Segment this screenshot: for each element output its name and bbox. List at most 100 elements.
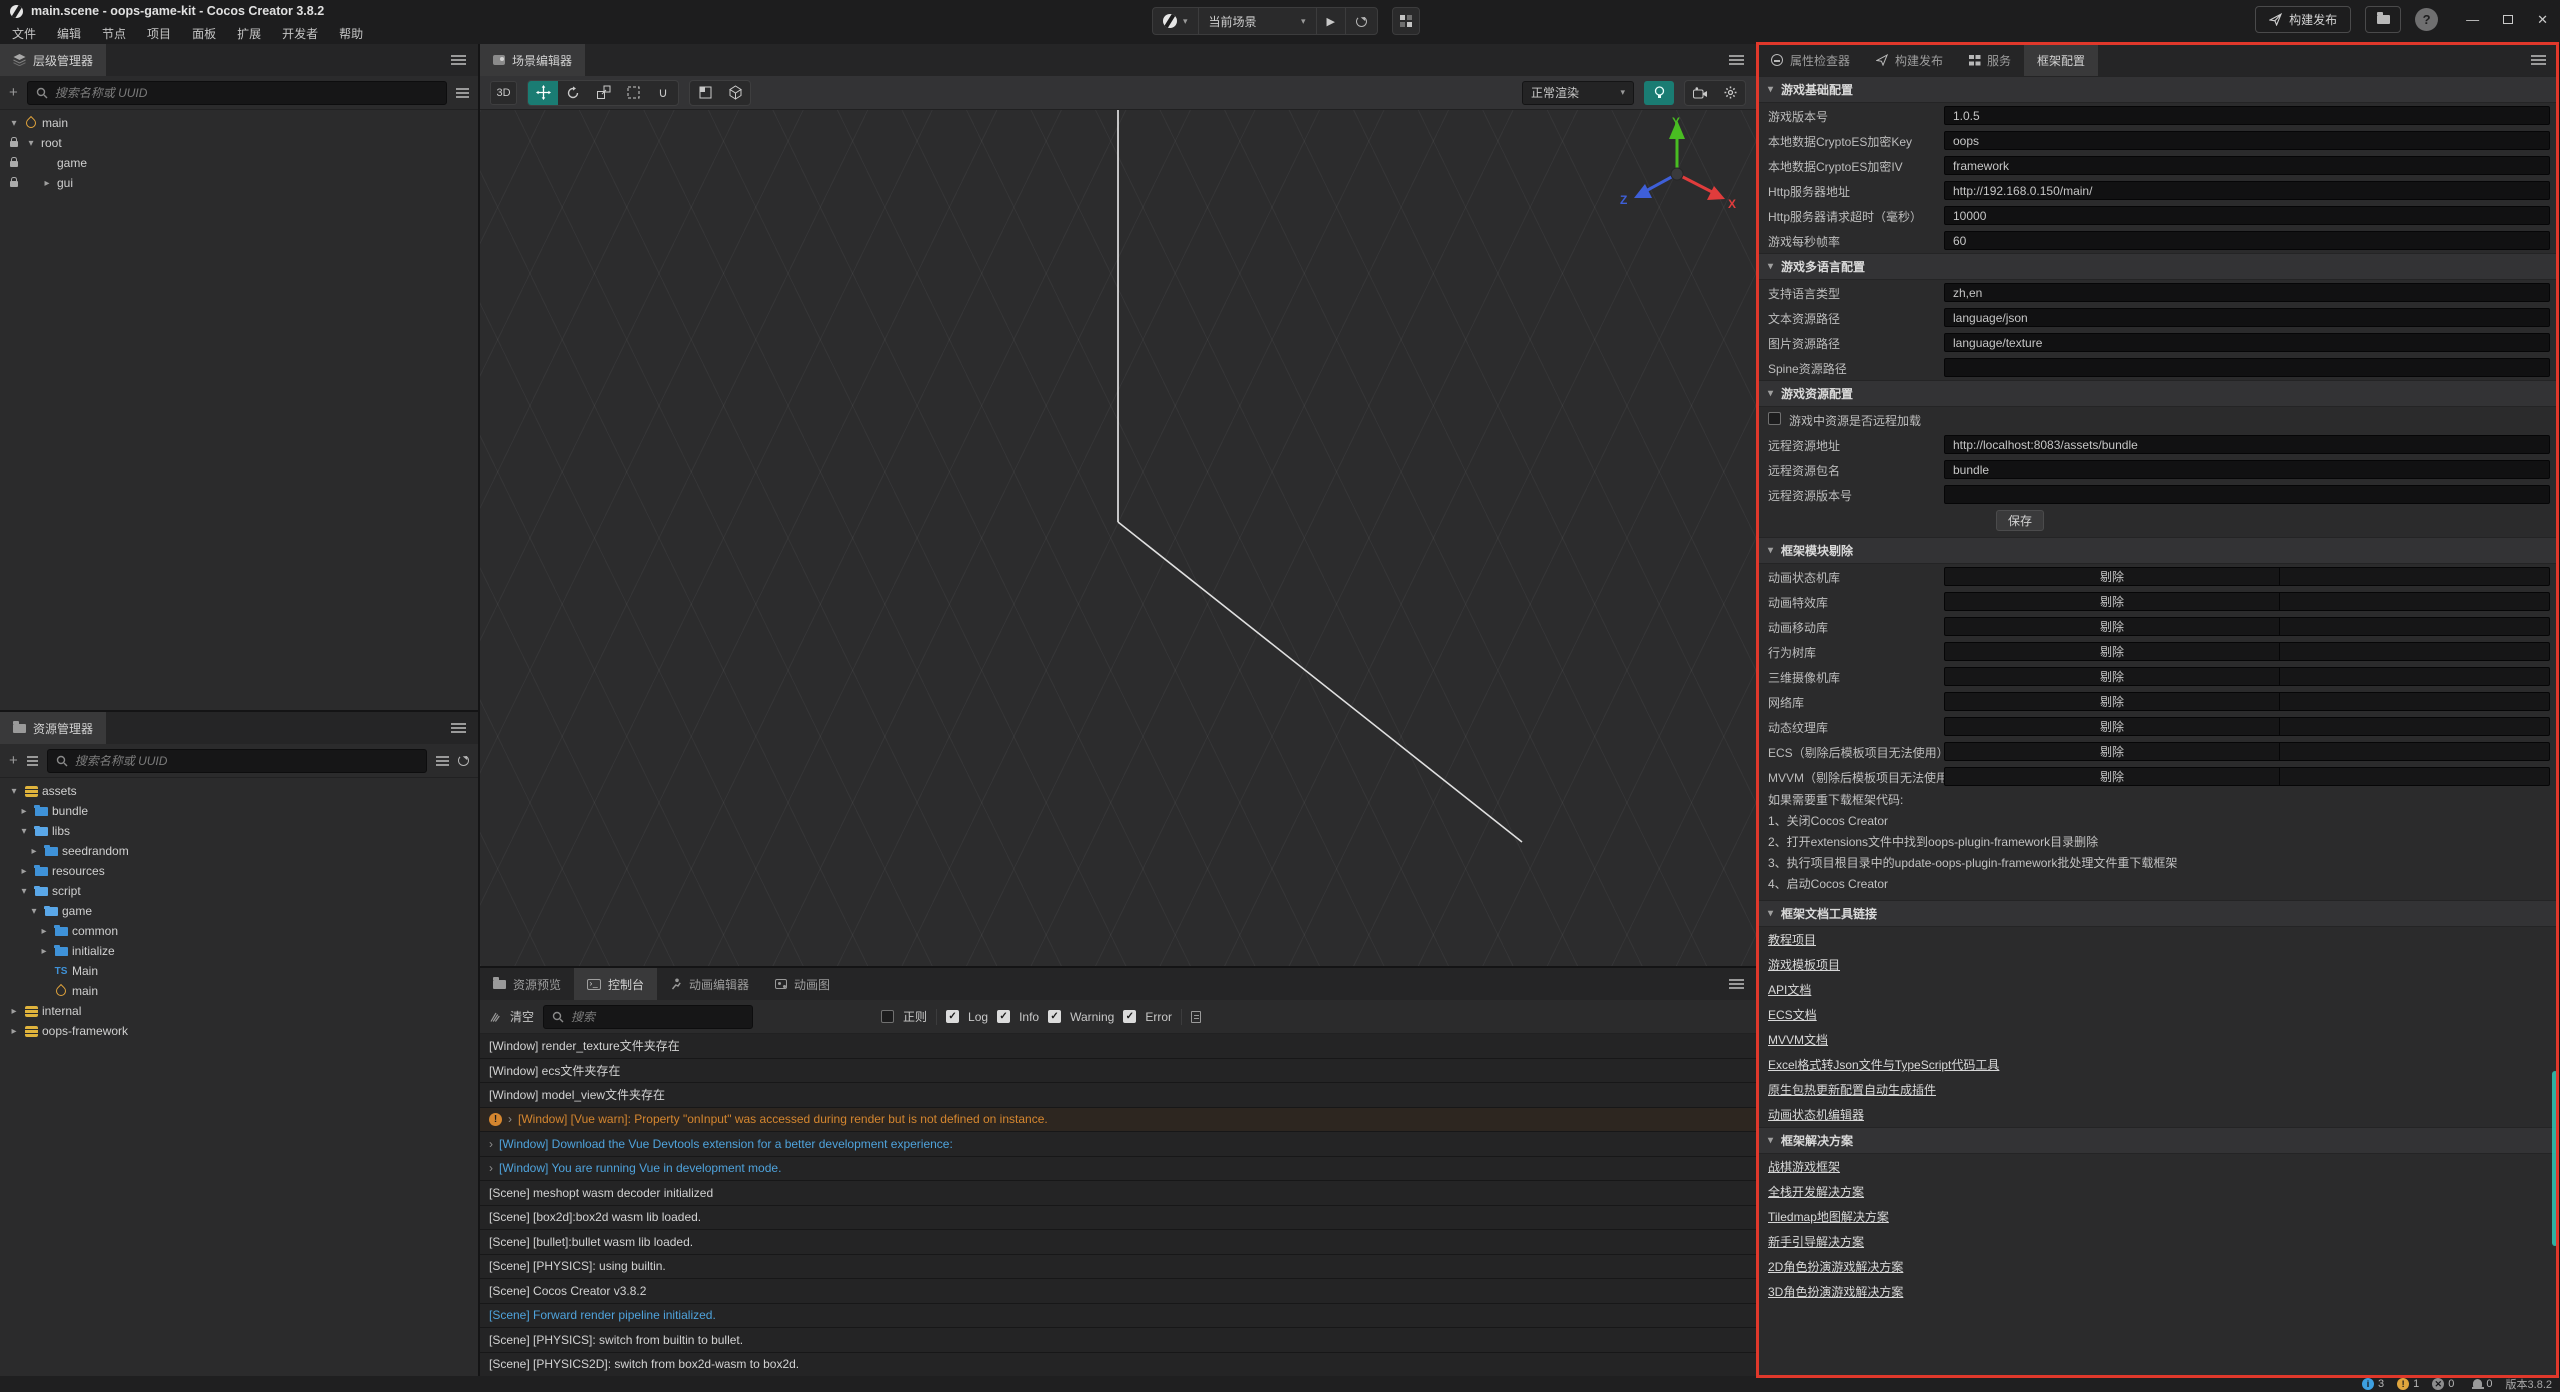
tab-assets[interactable]: 资源管理器 (0, 712, 106, 744)
move-tool-button[interactable] (528, 81, 558, 105)
sort-icon[interactable] (27, 756, 38, 758)
tab-animation-graph[interactable]: 动画图 (762, 968, 843, 1000)
asset-node-row[interactable]: Main (0, 961, 478, 981)
filter-warning-checkbox[interactable] (1048, 1010, 1061, 1023)
strip-module-button[interactable]: 剔除 (1944, 567, 2280, 586)
tree-arrow-icon[interactable] (18, 806, 30, 817)
config-input[interactable]: 10000 (1944, 206, 2550, 225)
collapse-arrow-icon[interactable] (1768, 545, 1773, 556)
doc-link[interactable]: 教程项目 (1768, 931, 1816, 948)
solution-link[interactable]: 3D角色扮演游戏解决方案 (1768, 1283, 1903, 1300)
tab-services[interactable]: 服务 (1956, 44, 2024, 76)
tree-arrow-icon[interactable] (18, 866, 30, 877)
strip-module-button[interactable]: 剔除 (1944, 717, 2280, 736)
collapse-arrow-icon[interactable] (1768, 908, 1773, 919)
strip-module-button[interactable]: 剔除 (1944, 667, 2280, 686)
config-input[interactable]: 1.0.5 (1944, 106, 2550, 125)
panel-menu-icon[interactable] (451, 55, 466, 57)
build-publish-button[interactable]: 构建发布 (2255, 6, 2351, 33)
doc-link[interactable]: ECS文档 (1768, 1006, 1817, 1023)
solution-link[interactable]: 全栈开发解决方案 (1768, 1183, 1864, 1200)
pivot-snap-button[interactable] (690, 81, 720, 105)
tree-arrow-icon[interactable] (41, 178, 53, 189)
mode-3d-button[interactable]: 3D (490, 81, 517, 105)
tab-animation-editor[interactable]: 动画编辑器 (657, 968, 762, 1000)
doc-link[interactable]: Excel格式转Json文件与TypeScript代码工具 (1768, 1056, 1999, 1073)
doc-link[interactable]: MVVM文档 (1768, 1031, 1828, 1048)
filter-info-checkbox[interactable] (997, 1010, 1010, 1023)
editor-device-select[interactable]: ▾ (1153, 8, 1199, 34)
config-input[interactable]: language/json (1944, 308, 2550, 327)
tree-arrow-icon[interactable] (8, 786, 20, 797)
config-input[interactable]: http://localhost:8083/assets/bundle (1944, 435, 2550, 454)
section-multilanguage-config[interactable]: 游戏多语言配置 (1758, 253, 2558, 280)
clear-console-button[interactable]: 清空 (510, 1008, 534, 1025)
restart-button[interactable] (1346, 8, 1377, 34)
asset-node-row[interactable]: libs (0, 821, 478, 841)
tab-console[interactable]: 控制台 (574, 968, 657, 1000)
menu-item[interactable]: 扩展 (234, 25, 264, 42)
filter-icon[interactable] (456, 88, 469, 90)
tree-arrow-icon[interactable] (28, 846, 40, 857)
solution-link[interactable]: 新手引导解决方案 (1768, 1233, 1864, 1250)
menu-item[interactable]: 帮助 (336, 25, 366, 42)
config-input[interactable]: bundle (1944, 460, 2550, 479)
config-input[interactable] (1944, 485, 2550, 504)
config-input[interactable]: 60 (1944, 231, 2550, 250)
assets-search[interactable] (47, 749, 427, 773)
asset-node-row[interactable]: common (0, 921, 478, 941)
collapse-arrow-icon[interactable] (1768, 261, 1773, 272)
menu-item[interactable]: 开发者 (279, 25, 321, 42)
menu-item[interactable]: 项目 (144, 25, 174, 42)
remote-load-checkbox[interactable] (1768, 412, 1781, 425)
create-asset-button[interactable]: + (9, 753, 18, 768)
console-search-input[interactable] (571, 1010, 744, 1024)
coordinate-space-button[interactable] (720, 81, 750, 105)
lock-icon[interactable] (10, 161, 18, 167)
menu-item[interactable]: 节点 (99, 25, 129, 42)
config-input[interactable]: zh,en (1944, 283, 2550, 302)
config-input[interactable]: oops (1944, 131, 2550, 150)
tab-scene-editor[interactable]: 场景编辑器 (480, 44, 585, 76)
strip-module-button[interactable]: 剔除 (1944, 617, 2280, 636)
filter-icon[interactable] (436, 756, 449, 758)
doc-link[interactable]: 动画状态机编辑器 (1768, 1106, 1864, 1123)
save-button[interactable]: 保存 (1996, 510, 2044, 531)
panel-menu-icon[interactable] (451, 723, 466, 725)
asset-node-row[interactable]: initialize (0, 941, 478, 961)
asset-node-row[interactable]: internal (0, 1001, 478, 1021)
asset-node-row[interactable]: script (0, 881, 478, 901)
status-notice-counter[interactable]: 0 (2473, 1378, 2492, 1390)
console-search[interactable] (543, 1005, 753, 1029)
section-game-resource-config[interactable]: 游戏资源配置 (1758, 380, 2558, 407)
section-game-base-config[interactable]: 游戏基础配置 (1758, 76, 2558, 103)
status-error-counter[interactable]: ✕ 0 (2432, 1378, 2454, 1390)
hierarchy-node-row[interactable]: main (0, 113, 478, 133)
tree-arrow-icon[interactable] (8, 118, 20, 129)
open-project-folder-button[interactable] (2365, 6, 2401, 33)
solution-link[interactable]: Tiledmap地图解决方案 (1768, 1208, 1889, 1225)
anchor-tool-button[interactable]: ∪ (648, 81, 678, 105)
tree-arrow-icon[interactable] (8, 1026, 20, 1037)
lock-icon[interactable] (10, 181, 18, 187)
collapse-arrow-icon[interactable] (1768, 1135, 1773, 1146)
tab-build-publish[interactable]: 构建发布 (1863, 44, 1956, 76)
tab-asset-preview[interactable]: 资源预览 (480, 968, 574, 1000)
close-button[interactable]: ✕ (2537, 12, 2548, 28)
help-button[interactable]: ? (2415, 8, 2438, 31)
rotate-tool-button[interactable] (558, 81, 588, 105)
strip-module-button[interactable]: 剔除 (1944, 742, 2280, 761)
hierarchy-node-row[interactable]: game (0, 153, 478, 173)
asset-node-row[interactable]: seedrandom (0, 841, 478, 861)
expand-arrow-icon[interactable] (508, 1112, 512, 1126)
panel-menu-icon[interactable] (1729, 979, 1744, 981)
filter-log-checkbox[interactable] (946, 1010, 959, 1023)
collapse-arrow-icon[interactable] (1768, 388, 1773, 399)
asset-node-row[interactable]: main (0, 981, 478, 1001)
clear-icon[interactable] (489, 1011, 501, 1023)
menu-item[interactable]: 面板 (189, 25, 219, 42)
view-gizmo[interactable]: Y X Z (1612, 112, 1742, 234)
scene-light-toggle[interactable] (1644, 81, 1674, 105)
menu-item[interactable]: 编辑 (54, 25, 84, 42)
tab-framework-config[interactable]: 框架配置 (2024, 44, 2098, 76)
